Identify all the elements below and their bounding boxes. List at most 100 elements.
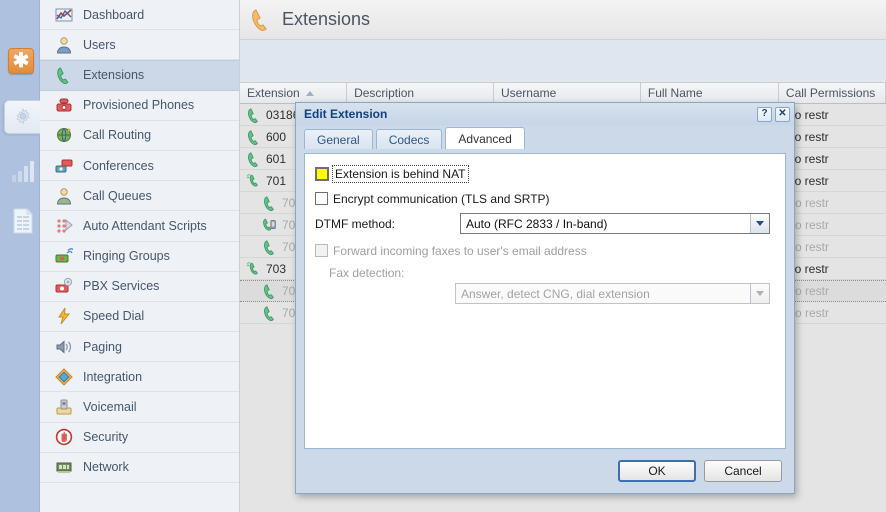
edit-extension-dialog: Edit Extension ? ✕ GeneralCodecsAdvanced… [295,102,795,494]
column-header-description[interactable]: Description [347,83,494,103]
globe-arrows-icon [54,125,74,145]
script-network-icon [54,216,74,236]
sidebar-item-label: Paging [83,340,122,354]
sidebar-item-conferences[interactable]: Conferences [40,151,239,181]
nat-checkbox-field[interactable]: Extension is behind NAT [315,166,467,181]
bar-4 [30,161,34,182]
extension-number: 701 [266,174,286,188]
sidebar-item-label: PBX Services [83,279,159,293]
sidebar-item-label: Users [83,38,116,52]
sidebar-item-security[interactable]: Security [40,423,239,453]
sidebar-item-label: Call Queues [83,189,152,203]
ok-button[interactable]: OK [618,460,696,482]
handset-mobile-icon [262,218,278,232]
cell-permissions: No restr [779,170,886,191]
cell-permissions: No restr [779,192,886,213]
column-header-label: Extension [247,86,300,100]
encrypt-checkbox-field[interactable]: Encrypt communication (TLS and SRTP) [315,191,550,206]
chevron-down-icon-disabled [750,284,769,303]
network-card-icon [54,457,74,477]
tab-general[interactable]: General [304,129,373,149]
handset-icon [246,130,262,144]
sidebar-item-voicemail[interactable]: Voicemail [40,392,239,422]
tab-advanced[interactable]: Advanced [445,127,524,149]
user-icon [54,35,74,55]
sidebar-nav: Dashboard Users Extensions Provisioned Phon… [40,0,240,512]
logs-rail-button[interactable] [12,208,34,237]
chevron-down-icon[interactable] [750,214,769,233]
sidebar-item-speed-dial[interactable]: Speed Dial [40,302,239,332]
sidebar-item-provisioned-phones[interactable]: Provisioned Phones [40,91,239,121]
handset-icon [246,152,262,166]
column-header-full-name[interactable]: Full Name [641,83,779,103]
sidebar-item-label: Security [83,430,128,444]
extension-number: 600 [266,130,286,144]
grid-toolbar [240,40,886,81]
sidebar-item-auto-attendant-scripts[interactable]: Auto Attendant Scripts [40,211,239,241]
voicemail-tape-icon [54,397,74,417]
encrypt-checkbox-label[interactable]: Encrypt communication (TLS and SRTP) [333,192,550,206]
phone-handset-icon [54,65,74,85]
handset-icon [262,306,278,320]
settings-rail-button[interactable] [4,100,40,134]
sidebar-item-integration[interactable]: Integration [40,362,239,392]
advanced-tab-panel: Extension is behind NAT Encrypt communic… [304,153,786,449]
sidebar-item-network[interactable]: Network [40,453,239,483]
sidebar-item-dashboard[interactable]: Dashboard [40,0,239,30]
fax-detection-value: Answer, detect CNG, dial extension [456,287,750,301]
tab-codecs[interactable]: Codecs [376,129,443,149]
extension-number: 601 [266,152,286,166]
sort-ascending-icon [306,91,314,96]
handset-icon [246,108,262,122]
page-title: Extensions [282,9,370,30]
sidebar-item-call-queues[interactable]: Call Queues [40,181,239,211]
queue-user-icon [54,186,74,206]
help-icon[interactable]: ? [757,107,772,122]
asterisk-rail-button[interactable]: ✱ [8,48,34,74]
column-header-extension[interactable]: Extension [240,83,347,103]
close-icon[interactable]: ✕ [775,107,790,122]
nat-checkbox[interactable] [315,167,329,181]
ringing-handset-icon [246,262,262,276]
page-header: Extensions [240,0,886,40]
sidebar-item-ringing-groups[interactable]: Ringing Groups [40,242,239,272]
dashboard-chart-icon [54,5,74,25]
fax-detection-label: Fax detection: [329,266,404,280]
sidebar-item-label: Auto Attendant Scripts [83,219,207,233]
phone-handset-icon [248,7,274,33]
application-window: ✱ [0,0,886,512]
encrypt-checkbox[interactable] [315,192,328,205]
cell-permissions: No restr [779,148,886,169]
dtmf-method-label: DTMF method: [315,217,395,231]
cell-permissions: No restr [779,302,886,323]
handset-icon [262,284,278,298]
puzzle-diamond-icon [54,367,74,387]
dialog-title: Edit Extension [304,107,387,121]
column-header-label: Username [501,86,556,100]
bar-2 [18,171,22,182]
sidebar-item-label: Provisioned Phones [83,98,194,112]
cancel-button[interactable]: Cancel [704,460,782,482]
sidebar-item-label: Extensions [83,68,144,82]
sidebar-item-label: Conferences [83,159,154,173]
sidebar-item-paging[interactable]: Paging [40,332,239,362]
sidebar-item-pbx-services[interactable]: PBX Services [40,272,239,302]
dtmf-method-select[interactable]: Auto (RFC 2833 / In-band) [460,213,770,234]
phone-gear-icon [54,276,74,296]
sidebar-item-label: Integration [83,370,142,384]
sidebar-item-users[interactable]: Users [40,30,239,60]
column-header-username[interactable]: Username [494,83,641,103]
ringing-phone-icon [54,246,74,266]
ringing-handset-icon [246,174,262,188]
cell-permissions: No restr [779,104,886,125]
cell-permissions: No restr [779,281,886,301]
sidebar-item-extensions[interactable]: Extensions [40,60,239,90]
stop-hand-icon [54,427,74,447]
fax-forward-checkbox-field: Forward incoming faxes to user's email a… [315,243,587,258]
icon-rail: ✱ [0,0,40,512]
nat-checkbox-label[interactable]: Extension is behind NAT [334,167,467,181]
desk-phone-icon [54,95,74,115]
sidebar-item-call-routing[interactable]: Call Routing [40,121,239,151]
column-header-call-permissions[interactable]: Call Permissions [779,83,886,103]
reports-rail-button[interactable] [12,158,36,182]
